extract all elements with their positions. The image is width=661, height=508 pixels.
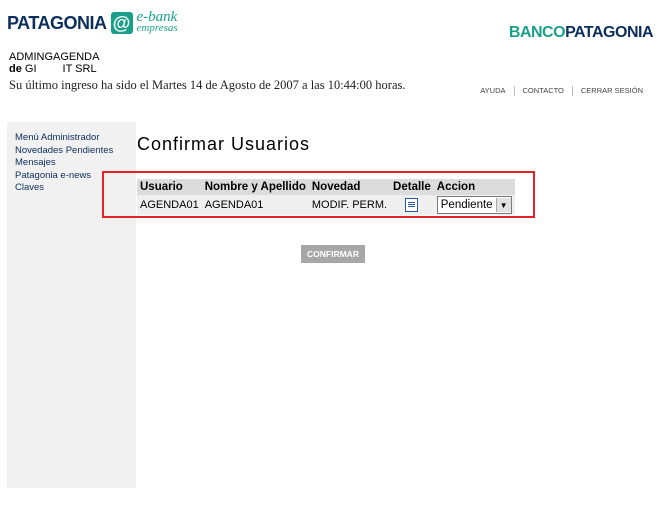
header-novedad: Novedad: [308, 179, 391, 195]
cell-accion: Pendiente ▼: [433, 195, 515, 215]
header-nombre: Nombre y Apellido: [201, 179, 309, 195]
confirm-button[interactable]: CONFIRMAR: [301, 245, 365, 263]
table-header-row: Usuario Nombre y Apellido Novedad Detall…: [137, 179, 515, 195]
document-icon[interactable]: [405, 198, 419, 212]
nav-ayuda[interactable]: AYUDA: [472, 86, 513, 96]
at-logo-icon: @: [110, 12, 133, 34]
last-login-text: Su último ingreso ha sido el Martes 14 d…: [9, 78, 406, 92]
header-usuario: Usuario: [137, 179, 202, 195]
page-title: Confirmar Usuarios: [137, 134, 311, 154]
patagonia-bank-wordmark: PATAGONIA: [565, 24, 653, 41]
cell-novedad: MODIF. PERM.: [308, 195, 391, 215]
accion-select[interactable]: Pendiente ▼: [436, 196, 512, 214]
ebank-wordmark: e-bank empresas: [136, 10, 178, 34]
company-line: de GI IT SRL: [9, 63, 97, 75]
cell-usuario: AGENDA01: [137, 195, 202, 215]
cell-detalle: [390, 195, 434, 215]
company-part1: GI: [24, 63, 37, 75]
cell-nombre: AGENDA01: [201, 195, 309, 215]
nav-cerrar-sesion[interactable]: CERRAR SESIÓN: [571, 86, 651, 96]
sidebar-item-mensajes[interactable]: Mensajes: [15, 157, 136, 170]
accion-selected-value: Pendiente: [440, 199, 493, 211]
banco-wordmark: BANCO: [508, 24, 566, 41]
users-table: Usuario Nombre y Apellido Novedad Detall…: [137, 179, 515, 215]
chevron-down-icon[interactable]: ▼: [495, 198, 511, 212]
de-label: de: [9, 63, 22, 75]
patagonia-wordmark: PATAGONIA: [7, 12, 107, 33]
company-part2: IT SRL: [62, 63, 97, 75]
user-name: ADMINGAGENDA: [9, 51, 100, 63]
sidebar-item-novedades-pendientes[interactable]: Novedades Pendientes: [15, 145, 136, 158]
nav-contacto[interactable]: CONTACTO: [513, 86, 572, 96]
banco-patagonia-logo: BANCOPATAGONIA: [508, 24, 654, 42]
sidebar-item-menu-administrador[interactable]: Menú Administrador: [15, 132, 136, 145]
header-accion: Accion: [433, 179, 515, 195]
empresas-label: empresas: [136, 22, 178, 34]
patagonia-ebank-logo: PATAGONIA @ e-bank empresas: [7, 8, 178, 38]
table-row: AGENDA01 AGENDA01 MODIF. PERM. Pendiente…: [137, 195, 515, 215]
top-nav: AYUDA CONTACTO CERRAR SESIÓN: [472, 86, 651, 96]
header-detalle: Detalle: [390, 179, 434, 195]
